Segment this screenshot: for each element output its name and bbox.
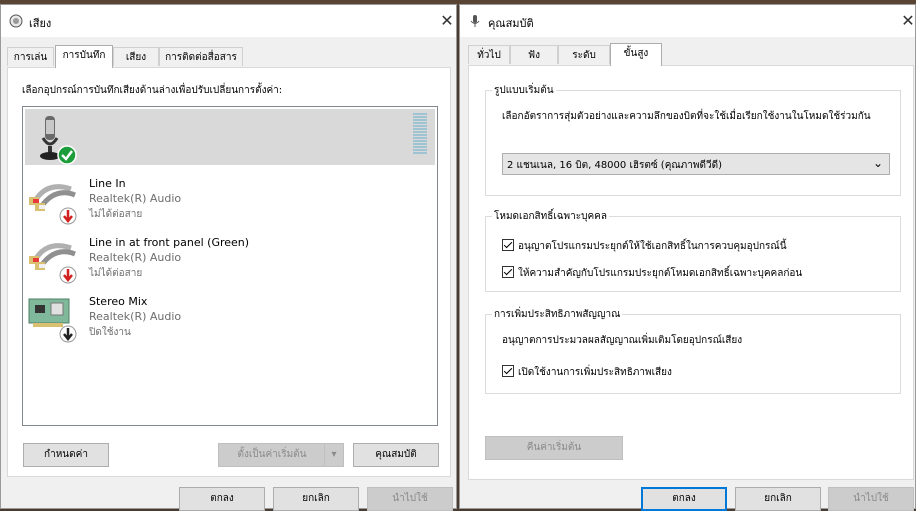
chevron-down-icon[interactable]: ▾ — [324, 444, 343, 466]
default-format-description: เลือกอัตราการสุ่มตัวอย่างและความลึกของบิ… — [502, 111, 871, 122]
device-item-line-in[interactable]: Line In Realtek(R) Audio ไม่ได้ต่อสาย — [25, 169, 435, 225]
device-name: Line In — [89, 177, 126, 190]
tab-playback[interactable]: การเล่น — [7, 47, 54, 66]
tab-advanced[interactable]: ขั้นสูง — [610, 43, 662, 66]
properties-button[interactable]: คุณสมบัติ — [353, 443, 439, 467]
sound-tabs: การเล่น การบันทึก เสียง การติดต่อสื่อสาร — [7, 45, 447, 68]
properties-ok-button[interactable]: ตกลง — [641, 487, 727, 511]
properties-apply-button[interactable]: นำไปใช้ — [828, 487, 914, 511]
device-list[interactable]: Line In Realtek(R) Audio ไม่ได้ต่อสาย Li… — [22, 106, 438, 426]
device-item-stereo-mix[interactable]: Stereo Mix Realtek(R) Audio ปิดใช้งาน — [25, 287, 435, 343]
enhancements-description: อนุญาตการประมวลผลสัญญาณเพิ่มเติมโดยอุปกร… — [502, 335, 743, 346]
device-status: ปิดใช้งาน — [89, 327, 131, 338]
default-format-group: รูปแบบเริ่มต้น เลือกอัตราการสุ่มตัวอย่าง… — [485, 83, 901, 196]
default-check-icon — [57, 145, 77, 168]
device-name: Line in at front panel (Green) — [89, 236, 250, 249]
set-default-button[interactable]: ตั้งเป็นค่าเริ่มต้น ▾ — [218, 443, 344, 467]
properties-window-title: คุณสมบัติ — [488, 17, 534, 30]
unplugged-arrow-icon — [59, 266, 77, 287]
device-driver: Realtek(R) Audio — [89, 310, 182, 323]
tab-communications[interactable]: การติดต่อสื่อสาร — [159, 47, 243, 66]
properties-tabs: ทั่วไป ฟัง ระดับ ขั้นสูง — [468, 43, 908, 66]
restore-defaults-button[interactable]: คืนค่าเริ่มต้น — [485, 436, 623, 460]
advanced-panel: รูปแบบเริ่มต้น เลือกอัตราการสุ่มตัวอย่าง… — [468, 65, 914, 480]
exclusive-allow-label: อนุญาตโปรแกรมประยุกต์ให้ใช้เอกสิทธิ์ในกา… — [518, 241, 787, 252]
device-item-line-in-front[interactable]: Line in at front panel (Green) Realtek(R… — [25, 228, 435, 284]
chevron-down-icon: ⌄ — [872, 156, 883, 170]
set-default-label: ตั้งเป็นค่าเริ่มต้น — [237, 449, 307, 460]
exclusive-allow-checkbox[interactable] — [502, 239, 514, 251]
unplugged-arrow-icon — [59, 207, 77, 228]
tab-general[interactable]: ทั่วไป — [468, 45, 510, 64]
sound-close-button[interactable]: ✕ — [433, 9, 461, 33]
exclusive-priority-label: ให้ความสำคัญกับโปรแกรมประยุกต์โหมดเอกสิท… — [518, 268, 803, 279]
enable-enhancements-checkbox[interactable] — [502, 365, 514, 377]
configure-button[interactable]: กำหนดค่า — [23, 443, 109, 467]
properties-close-button[interactable]: ✕ — [894, 9, 916, 33]
level-meter — [413, 113, 427, 155]
recording-panel: เลือกอุปกรณ์การบันทึกเสียงด้านล่างเพื่อป… — [7, 67, 451, 477]
enhancements-group: การเพิ่มประสิทธิภาพสัญญาณ อนุญาตการประมว… — [485, 307, 901, 394]
sound-dialog: เสียง ✕ การเล่น การบันทึก เสียง การติดต่… — [0, 4, 457, 511]
speaker-app-icon — [9, 14, 23, 28]
tab-sounds[interactable]: เสียง — [113, 47, 159, 66]
properties-cancel-button[interactable]: ยกเลิก — [735, 487, 821, 511]
microphone-small-icon — [468, 14, 482, 28]
sound-apply-button[interactable]: นำไปใช้ — [367, 487, 453, 511]
device-status: ไม่ได้ต่อสาย — [89, 209, 143, 220]
tab-recording[interactable]: การบันทึก — [55, 45, 113, 68]
tab-levels[interactable]: ระดับ — [558, 45, 610, 64]
sound-ok-button[interactable]: ตกลง — [179, 487, 265, 511]
enhancements-title: การเพิ่มประสิทธิภาพสัญญาณ — [492, 307, 623, 322]
device-name: Stereo Mix — [89, 295, 148, 308]
properties-dialog: คุณสมบัติ ✕ ทั่วไป ฟัง ระดับ ขั้นสูง รูป… — [459, 4, 916, 511]
recording-instruction: เลือกอุปกรณ์การบันทึกเสียงด้านล่างเพื่อป… — [22, 85, 283, 96]
enable-enhancements-label: เปิดใช้งานการเพิ่มประสิทธิภาพเสียง — [518, 367, 672, 378]
exclusive-priority-checkbox[interactable] — [502, 266, 514, 278]
sound-cancel-button[interactable]: ยกเลิก — [273, 487, 359, 511]
device-status: ไม่ได้ต่อสาย — [89, 268, 143, 279]
properties-titlebar: คุณสมบัติ ✕ — [460, 5, 915, 37]
default-format-select[interactable]: 2 แชนเนล, 16 บิต, 48000 เฮิรตซ์ (คุณภาพด… — [502, 153, 890, 175]
exclusive-mode-title: โหมดเอกสิทธิ์เฉพาะบุคคล — [492, 209, 609, 224]
sound-titlebar: เสียง ✕ — [1, 5, 456, 37]
device-item-microphone[interactable] — [25, 109, 435, 165]
sound-window-title: เสียง — [29, 17, 52, 30]
default-format-title: รูปแบบเริ่มต้น — [492, 83, 556, 98]
disabled-arrow-icon — [59, 325, 77, 346]
exclusive-mode-group: โหมดเอกสิทธิ์เฉพาะบุคคล อนุญาตโปรแกรมประ… — [485, 209, 901, 292]
device-driver: Realtek(R) Audio — [89, 192, 182, 205]
default-format-value: 2 แชนเนล, 16 บิต, 48000 เฮิรตซ์ (คุณภาพด… — [507, 160, 722, 171]
tab-listen[interactable]: ฟัง — [510, 45, 558, 64]
device-driver: Realtek(R) Audio — [89, 251, 182, 264]
